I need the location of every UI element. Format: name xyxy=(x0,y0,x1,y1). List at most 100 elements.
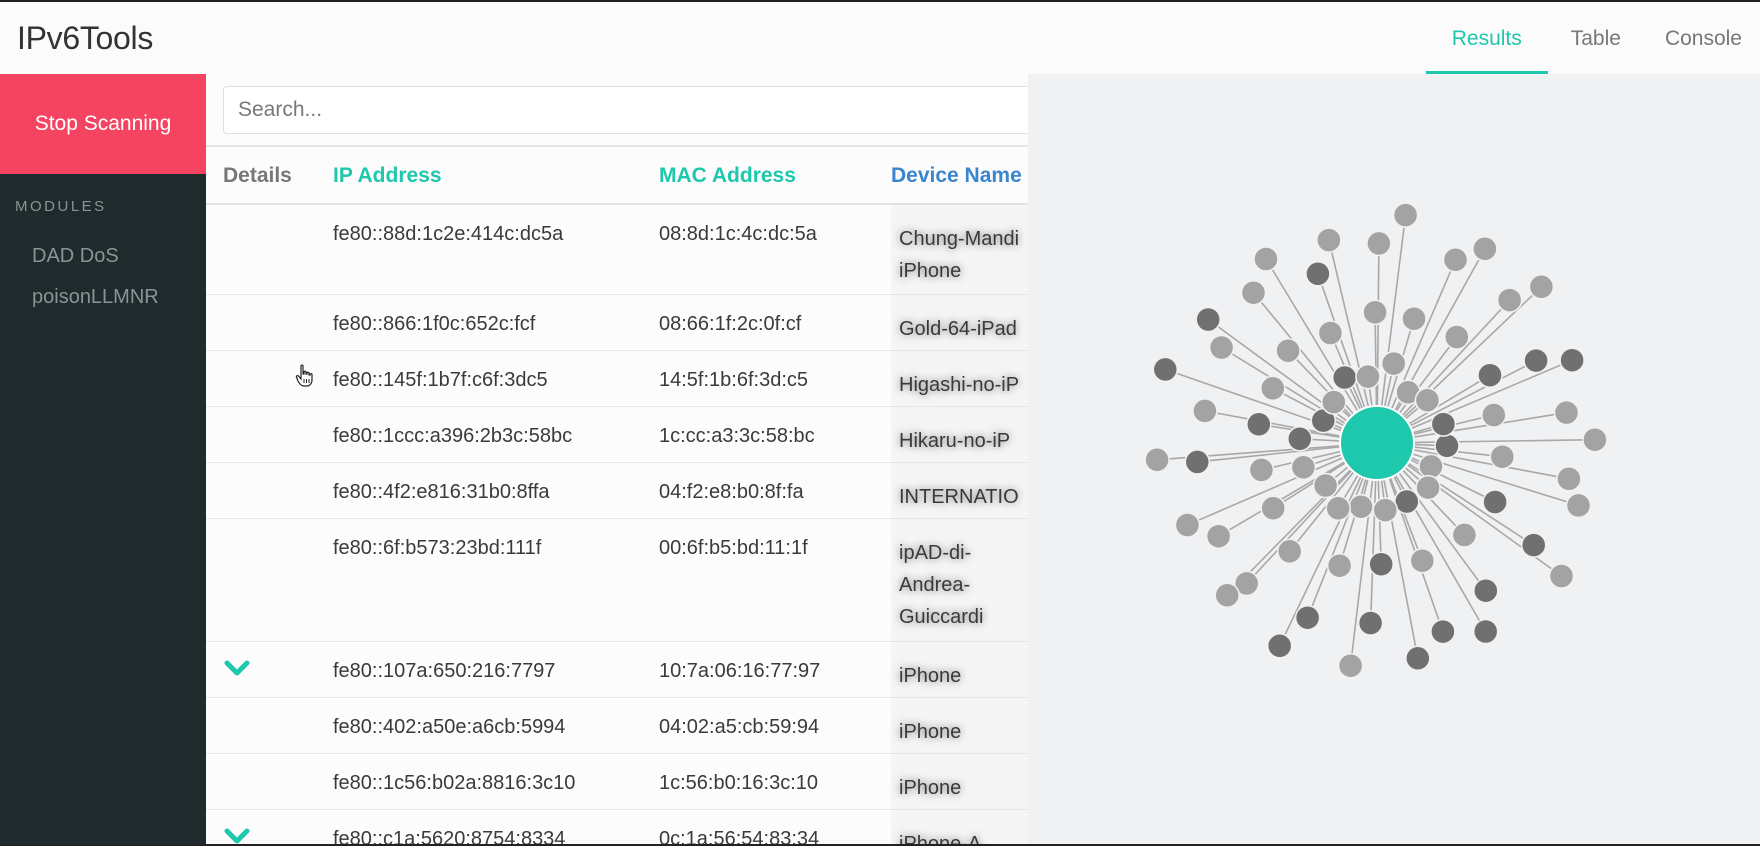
device-node[interactable] xyxy=(1192,398,1218,424)
table-row[interactable]: fe80::c1a:5620:8754:8334 0c:1a:56:54:83:3… xyxy=(206,809,1028,846)
device-node[interactable] xyxy=(1415,474,1441,501)
device-node[interactable] xyxy=(1294,604,1321,631)
device-node[interactable] xyxy=(1276,538,1303,565)
details-cell[interactable] xyxy=(206,204,333,295)
details-cell[interactable] xyxy=(206,809,333,846)
device-node[interactable] xyxy=(1548,563,1575,589)
device-node[interactable] xyxy=(1266,633,1293,659)
tab-table[interactable]: Table xyxy=(1548,2,1643,75)
table-row[interactable]: fe80::1ccc:a396:2b3c:58bc 1c:cc:a3:3c:58:… xyxy=(206,406,1028,463)
device-node[interactable] xyxy=(1290,454,1317,481)
device-node[interactable] xyxy=(1401,305,1427,332)
column-header-mac-address[interactable]: MAC Address xyxy=(659,148,891,205)
device-node[interactable] xyxy=(1394,488,1420,515)
device-node[interactable] xyxy=(1144,447,1170,473)
device-node[interactable] xyxy=(1556,466,1582,492)
device-node[interactable] xyxy=(1312,472,1339,499)
device-node[interactable] xyxy=(1380,350,1407,377)
table-row[interactable]: fe80::866:1f0c:652c:fcf 08:66:1f:2c:0f:cf… xyxy=(206,294,1028,351)
sidebar-item-poison-llmnr[interactable]: poisonLLMNR xyxy=(32,286,206,309)
device-node[interactable] xyxy=(1152,356,1179,383)
device-node[interactable] xyxy=(1337,652,1364,679)
device-node[interactable] xyxy=(1287,426,1313,452)
device-node[interactable] xyxy=(1362,299,1388,326)
table-row[interactable]: fe80::145f:1b7f:c6f:3dc5 14:5f:1b:6f:3d:c… xyxy=(206,350,1028,407)
scanner-host-node[interactable] xyxy=(1339,405,1415,481)
chevron-down-icon[interactable] xyxy=(224,660,250,678)
device-node[interactable] xyxy=(1260,375,1286,402)
device-node[interactable] xyxy=(1405,645,1431,672)
device-node[interactable] xyxy=(1248,457,1275,483)
chevron-down-icon[interactable] xyxy=(224,828,250,846)
sidebar-item-dad-dos[interactable]: DAD DoS xyxy=(32,245,206,268)
table-row[interactable]: fe80::107a:650:216:7797 10:7a:06:16:77:97… xyxy=(206,641,1028,698)
table-row[interactable]: fe80::88d:1c2e:414c:dc5a 08:8d:1c:4c:dc:5… xyxy=(206,204,1028,295)
device-node[interactable] xyxy=(1208,334,1235,361)
device-node[interactable] xyxy=(1434,433,1460,459)
device-node[interactable] xyxy=(1442,247,1469,273)
details-cell[interactable] xyxy=(206,462,333,519)
device-node[interactable] xyxy=(1348,493,1374,520)
tab-results[interactable]: Results xyxy=(1425,2,1548,75)
details-cell[interactable] xyxy=(206,294,333,351)
device-node[interactable] xyxy=(1355,363,1381,390)
device-node[interactable] xyxy=(1321,389,1347,415)
device-node[interactable] xyxy=(1253,246,1279,272)
device-node[interactable] xyxy=(1553,399,1580,426)
device-node[interactable] xyxy=(1305,261,1331,287)
device-node[interactable] xyxy=(1523,347,1549,374)
device-node[interactable] xyxy=(1366,230,1392,257)
device-node[interactable] xyxy=(1195,306,1221,333)
device-node[interactable] xyxy=(1472,618,1499,645)
device-node[interactable] xyxy=(1473,577,1499,604)
device-node[interactable] xyxy=(1184,449,1211,475)
details-cell[interactable] xyxy=(206,406,333,463)
device-node[interactable] xyxy=(1430,618,1456,645)
device-node[interactable] xyxy=(1472,236,1498,262)
device-node[interactable] xyxy=(1260,495,1286,521)
device-node[interactable] xyxy=(1409,547,1436,574)
device-node[interactable] xyxy=(1246,411,1272,438)
device-node[interactable] xyxy=(1331,364,1358,391)
device-node[interactable] xyxy=(1559,347,1585,373)
device-node[interactable] xyxy=(1214,582,1240,609)
device-node[interactable] xyxy=(1205,523,1232,549)
details-cell[interactable] xyxy=(206,697,333,754)
table-row[interactable]: fe80::6f:b573:23bd:111f 00:6f:b5:bd:11:1f… xyxy=(206,518,1028,642)
device-node[interactable] xyxy=(1582,426,1608,453)
column-header-device-name[interactable]: Device Name xyxy=(891,148,1028,205)
device-node[interactable] xyxy=(1477,362,1503,388)
device-node[interactable] xyxy=(1174,512,1201,538)
device-node[interactable] xyxy=(1372,497,1399,523)
device-node[interactable] xyxy=(1418,453,1444,480)
device-node[interactable] xyxy=(1325,495,1351,522)
device-node[interactable] xyxy=(1240,279,1267,306)
device-node[interactable] xyxy=(1392,202,1419,228)
device-node[interactable] xyxy=(1275,337,1301,364)
tab-console[interactable]: Console xyxy=(1643,2,1760,75)
device-node[interactable] xyxy=(1326,552,1353,579)
device-node[interactable] xyxy=(1317,320,1344,346)
column-header-ip-address[interactable]: IP Address xyxy=(333,148,659,205)
details-cell[interactable] xyxy=(206,518,333,642)
device-node[interactable] xyxy=(1496,287,1523,313)
device-node[interactable] xyxy=(1481,402,1507,428)
network-graph[interactable] xyxy=(1028,74,1760,846)
device-node[interactable] xyxy=(1528,274,1555,300)
device-node[interactable] xyxy=(1482,489,1508,515)
device-node[interactable] xyxy=(1489,443,1516,470)
details-cell[interactable] xyxy=(206,753,333,810)
table-row[interactable]: fe80::4f2:e816:31b0:8ffa 04:f2:e8:b0:8f:f… xyxy=(206,462,1028,519)
device-node[interactable] xyxy=(1357,610,1384,636)
device-node[interactable] xyxy=(1451,522,1478,548)
device-node[interactable] xyxy=(1565,492,1592,519)
stop-scanning-button[interactable]: Stop Scanning xyxy=(0,74,206,174)
device-node[interactable] xyxy=(1316,227,1342,253)
device-node[interactable] xyxy=(1430,411,1457,437)
table-row[interactable]: fe80::1c56:b02a:8816:3c10 1c:56:b0:16:3c:… xyxy=(206,753,1028,810)
column-header-details[interactable]: Details xyxy=(206,148,333,205)
device-node[interactable] xyxy=(1520,532,1547,558)
details-cell[interactable] xyxy=(206,641,333,698)
search-input[interactable] xyxy=(224,87,1028,133)
device-node[interactable] xyxy=(1444,324,1470,350)
